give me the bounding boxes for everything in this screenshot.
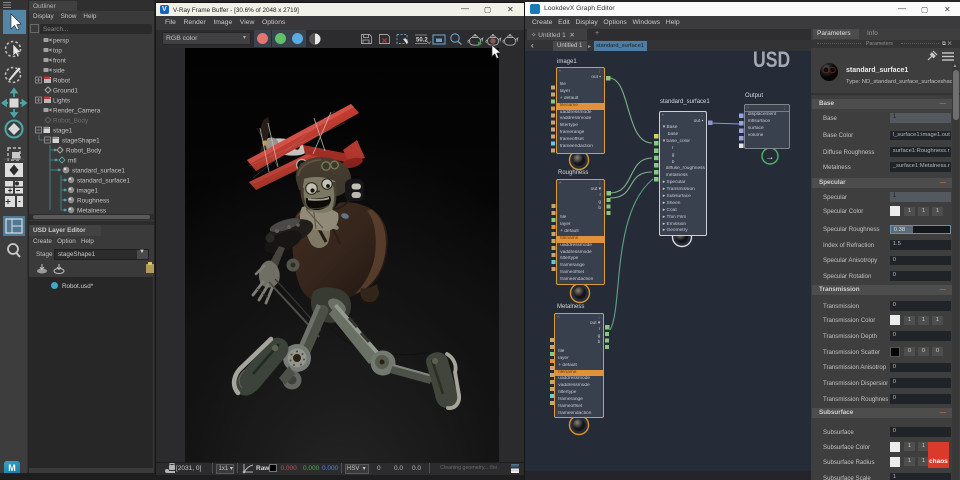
svg-text:Robot_Body: Robot_Body xyxy=(66,148,102,155)
svg-text:image1: image1 xyxy=(77,188,98,195)
svg-text:Robot_Body: Robot_Body xyxy=(53,118,89,125)
svg-text:mtl: mtl xyxy=(68,158,77,165)
svg-text:standard_surface1: standard_surface1 xyxy=(77,178,130,185)
svg-text:persp: persp xyxy=(53,38,69,45)
svg-text:Lights: Lights xyxy=(53,98,70,105)
svg-text:top: top xyxy=(53,48,62,55)
svg-text:standard_surface1: standard_surface1 xyxy=(72,168,125,175)
svg-text:side: side xyxy=(53,68,65,75)
svg-text:Roughness: Roughness xyxy=(77,198,109,205)
svg-text:50.2: 50.2 xyxy=(416,38,428,44)
svg-text:front: front xyxy=(53,58,66,65)
svg-text:Robot: Robot xyxy=(53,78,70,85)
svg-text:stageShape1: stageShape1 xyxy=(62,138,100,145)
svg-text:stage1: stage1 xyxy=(53,128,73,135)
svg-text:Ground1: Ground1 xyxy=(53,88,78,95)
svg-text:Render_Camera: Render_Camera xyxy=(53,108,101,115)
